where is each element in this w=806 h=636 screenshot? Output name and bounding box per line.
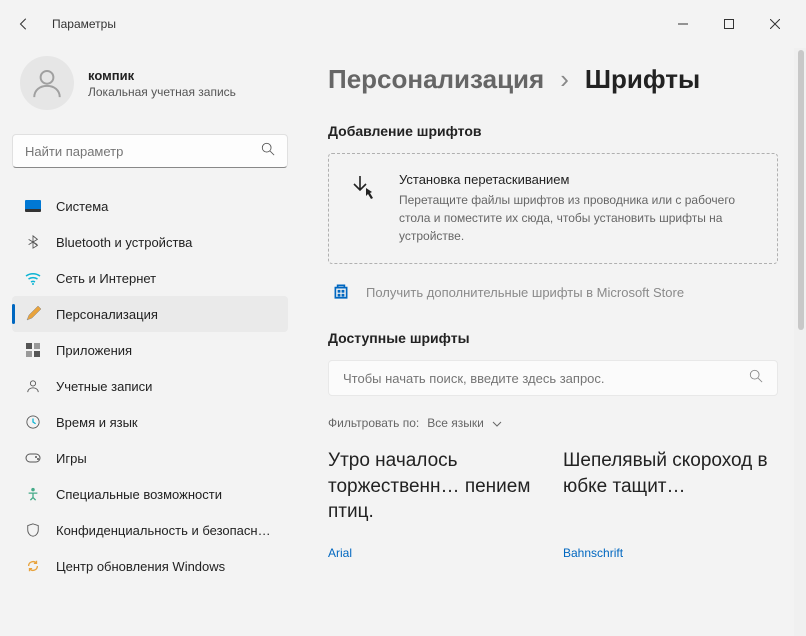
- chevron-right-icon: ›: [560, 64, 569, 95]
- system-icon: [24, 197, 42, 215]
- back-button[interactable]: [8, 8, 40, 40]
- chevron-down-icon: [492, 416, 502, 430]
- store-link-text: Получить дополнительные шрифты в Microso…: [366, 285, 684, 300]
- close-button[interactable]: [752, 8, 798, 40]
- maximize-button[interactable]: [706, 8, 752, 40]
- clock-icon: [24, 413, 42, 431]
- update-icon: [24, 557, 42, 575]
- scroll-thumb[interactable]: [798, 50, 804, 330]
- accounts-icon: [24, 377, 42, 395]
- wifi-icon: [24, 269, 42, 287]
- nav-network[interactable]: Сеть и Интернет: [12, 260, 288, 296]
- nav-privacy[interactable]: Конфиденциальность и безопасность: [12, 512, 288, 548]
- bluetooth-icon: [24, 233, 42, 251]
- drop-description: Перетащите файлы шрифтов из проводника и…: [399, 191, 757, 245]
- drop-title: Установка перетаскиванием: [399, 172, 757, 187]
- filter-label: Фильтровать по:: [328, 416, 419, 430]
- shield-icon: [24, 521, 42, 539]
- font-drop-zone[interactable]: Установка перетаскиванием Перетащите фай…: [328, 153, 778, 264]
- user-name: компик: [88, 68, 236, 83]
- apps-icon: [24, 341, 42, 359]
- search-settings[interactable]: [12, 134, 288, 168]
- breadcrumb-current: Шрифты: [585, 64, 700, 95]
- window-title: Параметры: [52, 17, 116, 31]
- font-sample: Шепелявый скороход в юбке тащит…: [563, 448, 778, 528]
- store-icon: [332, 282, 352, 302]
- search-icon: [749, 369, 763, 388]
- nav-accessibility[interactable]: Специальные возможности: [12, 476, 288, 512]
- minimize-button[interactable]: [660, 8, 706, 40]
- nav-system[interactable]: Система: [12, 188, 288, 224]
- user-account-type: Локальная учетная запись: [88, 85, 236, 99]
- user-block[interactable]: компик Локальная учетная запись: [12, 48, 288, 134]
- nav-apps[interactable]: Приложения: [12, 332, 288, 368]
- font-card[interactable]: Утро началось торжественн… пением птиц. …: [328, 448, 543, 560]
- font-name-link[interactable]: Bahnschrift: [563, 546, 778, 560]
- breadcrumb: Персонализация › Шрифты: [328, 64, 778, 95]
- add-fonts-heading: Добавление шрифтов: [328, 123, 778, 139]
- font-card[interactable]: Шепелявый скороход в юбке тащит… Bahnsch…: [563, 448, 778, 560]
- scrollbar[interactable]: [794, 48, 806, 636]
- font-search-input[interactable]: [343, 371, 749, 386]
- nav-windows-update[interactable]: Центр обновления Windows: [12, 548, 288, 584]
- nav-bluetooth[interactable]: Bluetooth и устройства: [12, 224, 288, 260]
- avatar: [20, 56, 74, 110]
- search-icon: [261, 142, 275, 161]
- filter-value: Все языки: [427, 416, 484, 430]
- filter-dropdown[interactable]: Фильтровать по: Все языки: [328, 416, 778, 430]
- nav-personalization[interactable]: Персонализация: [12, 296, 288, 332]
- store-link[interactable]: Получить дополнительные шрифты в Microso…: [328, 278, 778, 330]
- drag-drop-icon: [349, 172, 381, 245]
- nav-gaming[interactable]: Игры: [12, 440, 288, 476]
- accessibility-icon: [24, 485, 42, 503]
- nav-accounts[interactable]: Учетные записи: [12, 368, 288, 404]
- available-fonts-heading: Доступные шрифты: [328, 330, 778, 346]
- search-input[interactable]: [25, 144, 261, 159]
- nav-time-language[interactable]: Время и язык: [12, 404, 288, 440]
- gamepad-icon: [24, 449, 42, 467]
- font-name-link[interactable]: Arial: [328, 546, 543, 560]
- font-sample: Утро началось торжественн… пением птиц.: [328, 448, 543, 528]
- breadcrumb-parent[interactable]: Персонализация: [328, 64, 544, 95]
- brush-icon: [24, 305, 42, 323]
- font-search-box[interactable]: [328, 360, 778, 396]
